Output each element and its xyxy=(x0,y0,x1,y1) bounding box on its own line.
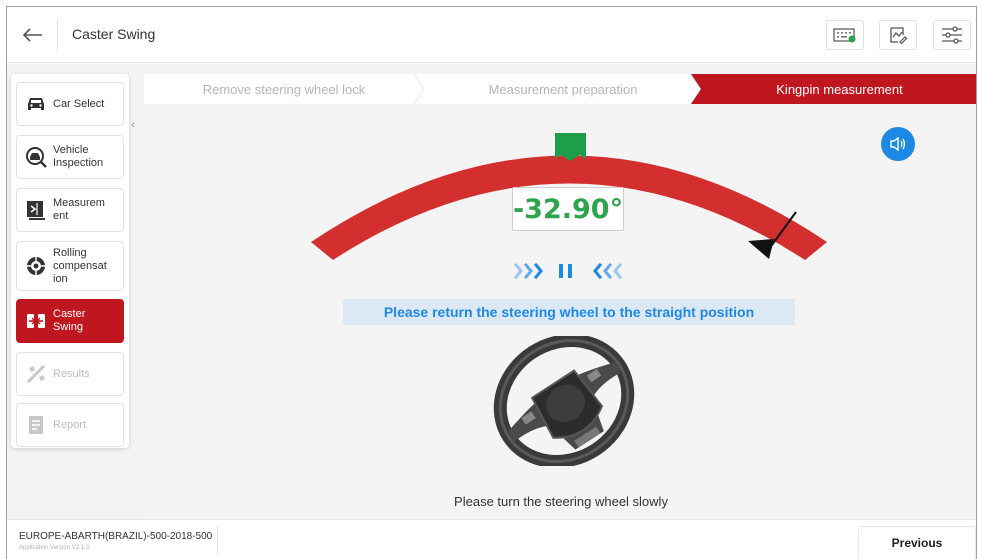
back-button[interactable] xyxy=(15,19,51,51)
sidebar-item-label: Measurem ent xyxy=(53,197,105,222)
sidebar-item-label: Report xyxy=(53,418,87,431)
caster-icon xyxy=(23,308,49,334)
rolling-icon xyxy=(23,253,49,279)
sidebar-item-label: Rolling compensat ion xyxy=(53,246,107,285)
instruction-banner: Please return the steering wheel to the … xyxy=(343,299,795,325)
sidebar-item-label: Caster Swing xyxy=(53,308,86,333)
vehicle-info: EUROPE-ABARTH(BRAZIL)-500-2018-500 xyxy=(19,531,213,542)
speaker-icon xyxy=(890,136,906,152)
sidebar: Car Select Vehicle Inspection Measurem e… xyxy=(11,74,129,448)
keyboard-button[interactable] xyxy=(826,20,864,50)
step-remove-steering-lock: Remove steering wheel lock xyxy=(202,81,366,97)
previous-button[interactable]: Previous xyxy=(858,526,976,559)
report-chart-button[interactable] xyxy=(879,20,917,50)
page-title: Caster Swing xyxy=(72,26,156,42)
header-bar: Caster Swing xyxy=(7,7,976,63)
sliders-icon xyxy=(942,26,962,44)
footer-divider xyxy=(217,526,218,556)
sidebar-item-rolling-compensation[interactable]: Rolling compensat ion xyxy=(16,241,124,291)
hint-text: Please turn the steering wheel slowly xyxy=(454,494,668,509)
inspection-icon xyxy=(23,144,49,170)
chart-edit-icon xyxy=(890,27,908,45)
sidebar-item-report[interactable]: Report xyxy=(16,403,124,447)
back-arrow-icon xyxy=(23,28,42,42)
footer-bar: EUROPE-ABARTH(BRAZIL)-500-2018-500 Appli… xyxy=(7,519,976,559)
angle-readout: -32.90° xyxy=(512,187,624,231)
settings-button[interactable] xyxy=(933,20,971,50)
app-window: Caster Swing Car Select Vehicle Inspecti… xyxy=(6,6,977,559)
step-progress-bar: Remove steering wheel lock Measurement p… xyxy=(144,74,976,104)
app-version: Application Version V2.1.3 xyxy=(19,545,90,551)
chevron-left-icon: ‹ xyxy=(131,119,135,131)
sidebar-item-label: Results xyxy=(53,367,90,380)
sidebar-item-caster-swing[interactable]: Caster Swing xyxy=(16,299,124,343)
results-icon xyxy=(23,361,49,387)
main-panel: Remove steering wheel lock Measurement p… xyxy=(144,74,976,518)
step-kingpin-measurement: Kingpin measurement xyxy=(776,81,903,97)
direction-arrows-icon xyxy=(513,262,623,280)
sidebar-item-vehicle-inspection[interactable]: Vehicle Inspection xyxy=(16,135,124,179)
car-icon xyxy=(23,91,49,117)
sidebar-item-results[interactable]: Results xyxy=(16,352,124,396)
header-divider xyxy=(57,19,58,51)
sidebar-item-car-select[interactable]: Car Select xyxy=(16,82,124,126)
report-icon xyxy=(23,412,49,438)
step-measurement-preparation: Measurement preparation xyxy=(488,81,638,97)
sidebar-item-label: Vehicle Inspection xyxy=(53,144,104,169)
sound-button[interactable] xyxy=(881,127,915,161)
steering-wheel-image xyxy=(493,336,635,466)
measurement-icon xyxy=(23,197,49,223)
sidebar-item-label: Car Select xyxy=(53,97,105,110)
keyboard-icon xyxy=(833,28,856,43)
sidebar-collapse-button[interactable]: ‹ xyxy=(128,115,138,135)
sidebar-item-measurement[interactable]: Measurem ent xyxy=(16,188,124,232)
